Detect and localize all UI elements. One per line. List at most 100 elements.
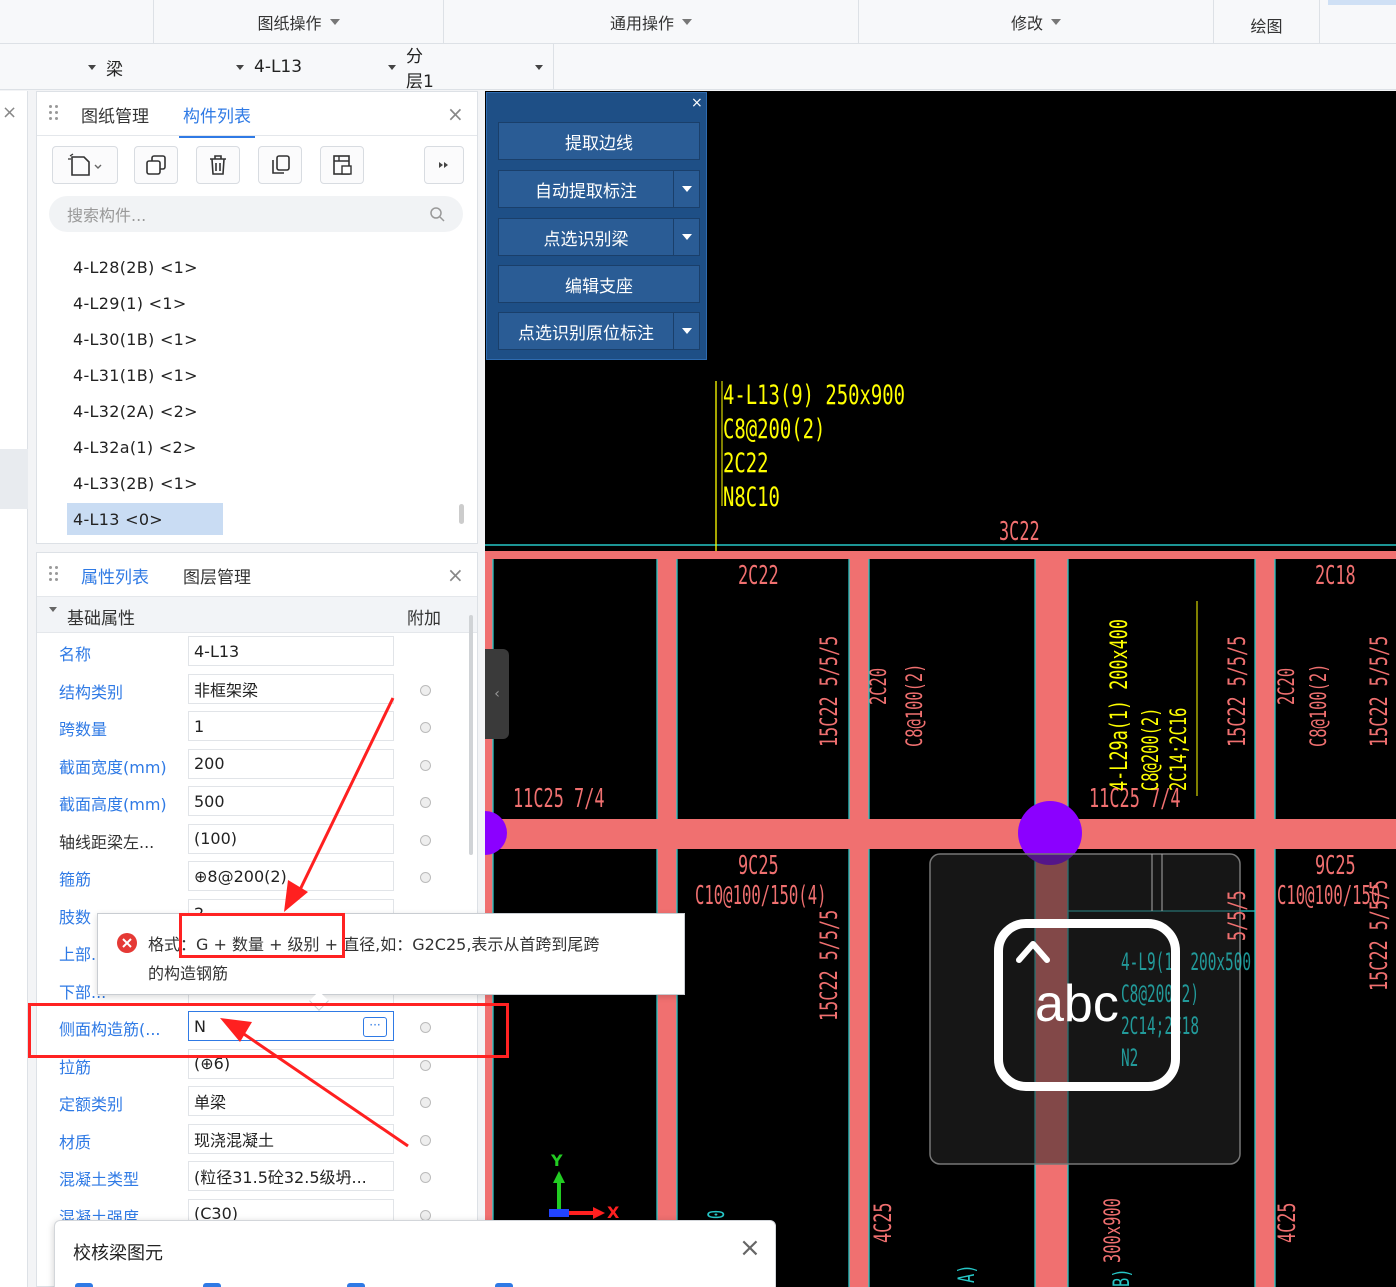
property-value[interactable]: 1 bbox=[188, 711, 394, 741]
cad-text: 5/5/5 bbox=[1223, 890, 1251, 941]
close-icon[interactable]: × bbox=[447, 565, 464, 585]
list-item[interactable]: 4-L31(1B) <1> bbox=[73, 366, 198, 385]
copy-component-button[interactable] bbox=[134, 146, 178, 184]
extra-radio[interactable] bbox=[420, 1209, 431, 1221]
extra-radio[interactable] bbox=[420, 797, 431, 808]
search-placeholder: 搜索构件... bbox=[67, 206, 147, 225]
collapse-panel-handle[interactable]: ‹ bbox=[485, 649, 509, 739]
keyboard-overlay: abc bbox=[994, 919, 1180, 1091]
property-row: 截面宽度(mm) 200 bbox=[37, 746, 477, 784]
property-label: 材质 bbox=[59, 1132, 92, 1152]
property-row: 截面高度(mm) 500 bbox=[37, 783, 477, 821]
property-value[interactable]: (100) bbox=[188, 823, 394, 854]
extra-radio[interactable] bbox=[420, 1059, 431, 1071]
extra-radio[interactable] bbox=[420, 1172, 431, 1183]
property-value[interactable]: 4-L13 bbox=[188, 636, 394, 666]
ribbon-group-left bbox=[0, 0, 154, 44]
button-label: 点选识别梁 bbox=[543, 229, 629, 250]
more-tools-button[interactable] bbox=[424, 146, 464, 184]
close-icon[interactable]: × bbox=[2, 103, 17, 123]
property-value[interactable]: 200 bbox=[188, 748, 394, 779]
new-component-button[interactable] bbox=[52, 146, 118, 184]
property-value[interactable]: 单梁 bbox=[188, 1086, 394, 1116]
close-icon[interactable]: × bbox=[447, 104, 464, 124]
edit-support-button[interactable]: 编辑支座 bbox=[498, 265, 700, 303]
save-template-button[interactable] bbox=[320, 146, 364, 184]
list-item[interactable]: 4-L32(2A) <2> bbox=[73, 402, 198, 421]
layer-copy-button[interactable] bbox=[258, 146, 302, 184]
section-title: 基础属性 bbox=[67, 609, 135, 629]
auto-extract-label-button[interactable]: 自动提取标注 bbox=[498, 170, 700, 208]
tab-drawing-management[interactable]: 图纸管理 bbox=[81, 102, 149, 127]
tooltip-line: 的构造钢筋 bbox=[148, 964, 229, 983]
close-icon[interactable]: × bbox=[691, 95, 703, 111]
layer-selector[interactable]: 分层1 bbox=[388, 47, 553, 92]
checkbox[interactable] bbox=[495, 1283, 513, 1287]
pick-beam-button[interactable]: 点选识别梁 bbox=[498, 218, 700, 256]
drag-handle-icon[interactable] bbox=[49, 105, 59, 123]
tab-layer-management[interactable]: 图层管理 bbox=[183, 563, 251, 588]
cad-text: 15C22 5/5/5 bbox=[815, 635, 843, 747]
extract-edge-button[interactable]: 提取边线 bbox=[498, 122, 700, 160]
cad-text: 11C25 7/4 bbox=[513, 784, 605, 814]
list-item[interactable]: 4-L29(1) <1> bbox=[73, 294, 187, 313]
checkbox[interactable] bbox=[347, 1283, 365, 1287]
button-label: 编辑支座 bbox=[565, 276, 633, 297]
list-item[interactable]: 4-L28(2B) <1> bbox=[73, 258, 198, 277]
property-value[interactable]: (粒径31.5砼32.5级坍... bbox=[188, 1161, 394, 1191]
chevron-down-icon[interactable] bbox=[673, 313, 699, 349]
list-scrollbar[interactable] bbox=[459, 504, 464, 524]
property-label: 跨数量 bbox=[59, 720, 108, 739]
cad-text: B) bbox=[1110, 1268, 1135, 1287]
extra-radio[interactable] bbox=[420, 872, 431, 883]
ribbon-group-drawing-ops[interactable]: 图纸操作 bbox=[154, 0, 444, 44]
property-value[interactable]: 非框架梁 bbox=[188, 673, 394, 704]
cad-text: A) bbox=[955, 1264, 980, 1283]
list-item[interactable]: 4-L33(2B) <1> bbox=[73, 474, 198, 493]
extra-radio[interactable] bbox=[420, 759, 431, 771]
ribbon-group-general-ops[interactable]: 通用操作 bbox=[444, 0, 859, 44]
tab-component-list[interactable]: 构件列表 bbox=[179, 102, 255, 138]
divider bbox=[553, 44, 554, 90]
cad-text: 15C22 5/5/5 bbox=[1365, 635, 1393, 747]
property-label: 名称 bbox=[59, 645, 92, 664]
cad-text: C8@100(2) bbox=[903, 663, 928, 747]
highlight-box bbox=[179, 913, 345, 958]
list-item[interactable]: 4-L32a(1) <2> bbox=[73, 438, 197, 457]
axis-y-label: Y bbox=[551, 1151, 563, 1170]
extra-radio[interactable] bbox=[420, 1097, 431, 1108]
check-beam-dialog: 校核梁图元 × bbox=[54, 1220, 776, 1287]
extra-radio[interactable] bbox=[420, 1134, 431, 1146]
ribbon-group-draw[interactable]: 绘图 bbox=[1214, 0, 1320, 44]
list-item[interactable]: 4-L30(1B) <1> bbox=[73, 330, 198, 349]
list-item-selected[interactable]: 4-L13 <0> bbox=[67, 503, 223, 535]
extra-radio[interactable] bbox=[420, 684, 431, 696]
drag-handle-icon[interactable] bbox=[49, 566, 59, 584]
extra-radio[interactable] bbox=[420, 834, 431, 846]
cad-text: C8@200(2) bbox=[1139, 707, 1164, 791]
close-icon[interactable]: × bbox=[739, 1233, 761, 1263]
section-header[interactable]: 基础属性 附加 bbox=[37, 597, 477, 633]
delete-component-button[interactable] bbox=[196, 146, 240, 184]
ribbon-group-modify[interactable]: 修改 bbox=[859, 0, 1214, 44]
checkbox[interactable] bbox=[75, 1283, 93, 1287]
extra-radio[interactable] bbox=[420, 722, 431, 733]
ribbon-label: 图纸操作 bbox=[257, 14, 322, 33]
type-selector[interactable]: 梁 bbox=[88, 52, 248, 82]
cad-text: 9C25 bbox=[1315, 851, 1356, 881]
component-selector[interactable]: 4-L13 bbox=[236, 52, 406, 82]
component-search-input[interactable]: 搜索构件... bbox=[49, 196, 463, 232]
pick-inplace-label-button[interactable]: 点选识别原位标注 bbox=[498, 312, 700, 350]
checkbox[interactable] bbox=[203, 1283, 221, 1287]
cad-recognition-toolbox: × 提取边线 自动提取标注 点选识别梁 编辑支座 点选识别原位标注 bbox=[486, 92, 707, 360]
property-value[interactable]: ⊕8@200(2) bbox=[188, 861, 394, 891]
chevron-down-icon[interactable] bbox=[673, 219, 699, 255]
property-value[interactable]: 500 bbox=[188, 786, 394, 816]
chevron-down-icon[interactable] bbox=[673, 171, 699, 207]
tab-property-list[interactable]: 属性列表 bbox=[77, 563, 153, 599]
property-value[interactable]: 现浇混凝土 bbox=[188, 1123, 394, 1154]
property-row: 箍筋 ⊕8@200(2) bbox=[37, 858, 477, 896]
cad-text: 9C25 bbox=[738, 851, 779, 881]
cad-text: C8@100(2) bbox=[1307, 663, 1332, 747]
property-row: 跨数量 1 bbox=[37, 708, 477, 746]
